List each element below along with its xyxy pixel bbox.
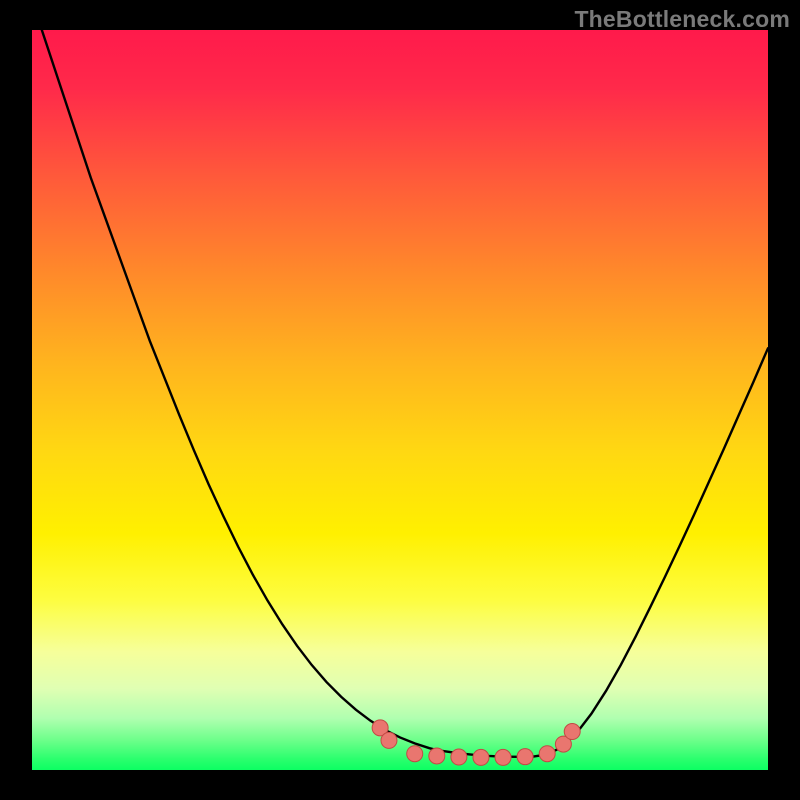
watermark-text: TheBottleneck.com <box>574 6 790 33</box>
plot-area <box>32 30 768 770</box>
chart-frame: TheBottleneck.com <box>0 0 800 800</box>
